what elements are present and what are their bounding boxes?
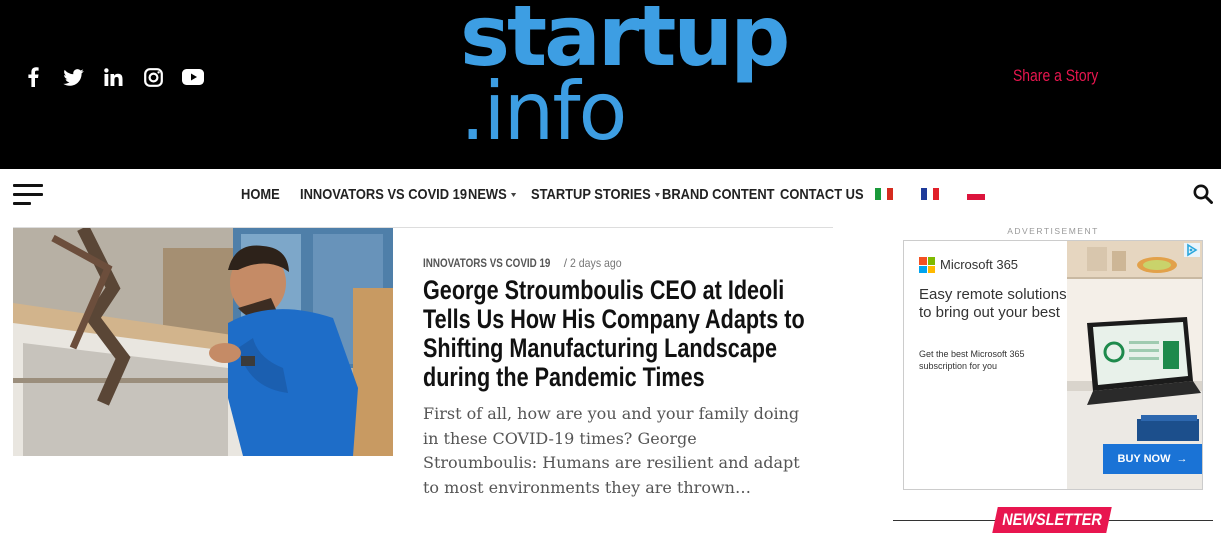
nav-item-brand-content[interactable]: BRAND CONTENT	[662, 186, 775, 203]
nav-item-home[interactable]: HOME	[241, 186, 280, 203]
logo-wordmark-info: .info	[460, 65, 627, 158]
instagram-icon[interactable]	[142, 66, 164, 88]
hamburger-menu-icon[interactable]	[13, 184, 43, 206]
nav-item-startup-stories[interactable]: STARTUP STORIES	[531, 186, 661, 203]
search-icon[interactable]	[1193, 184, 1215, 206]
advertisement-banner[interactable]: Microsoft 365 Easy remote solutions to b…	[903, 240, 1203, 490]
article-headline[interactable]: George Stroumboulis CEO at Ideoli Tells …	[423, 276, 807, 392]
ad-subtext: Get the best Microsoft 365 subscription …	[919, 349, 1025, 371]
article-excerpt: First of all, how are you and your famil…	[423, 404, 800, 497]
article-category[interactable]: INNOVATORS VS COVID 19	[423, 256, 550, 270]
linkedin-icon[interactable]	[102, 66, 124, 88]
ad-brand: Microsoft 365	[940, 257, 1019, 272]
newsletter-label: NEWSLETTER	[1002, 510, 1102, 529]
nav-item-innovators-vs-covid-19[interactable]: INNOVATORS VS COVID 19	[300, 186, 467, 203]
nav-item-contact-us[interactable]: CONTACT US	[780, 186, 864, 203]
ad-heading: Easy remote solutions to bring out your …	[919, 286, 1067, 321]
social-links	[22, 66, 204, 88]
france-flag-icon[interactable]	[921, 188, 939, 200]
youtube-icon[interactable]	[182, 66, 204, 88]
article-timestamp: 2 days ago	[570, 256, 623, 270]
chevron-down-icon	[511, 192, 517, 197]
share-a-story-link[interactable]: Share a Story	[1013, 66, 1098, 86]
meta-separator: /	[563, 256, 568, 270]
nav-item-news[interactable]: NEWS	[468, 186, 517, 203]
site-logo[interactable]: startup .info	[458, 0, 790, 165]
site-header: startup .info Share a Story	[0, 0, 1221, 169]
article-featured-image[interactable]	[13, 228, 393, 456]
poland-flag-icon[interactable]	[967, 188, 985, 200]
chevron-down-icon	[655, 192, 661, 197]
twitter-icon[interactable]	[62, 66, 84, 88]
main-nav: HOME INNOVATORS VS COVID 19 NEWS STARTUP…	[0, 169, 1221, 221]
adchoices-icon[interactable]	[1184, 243, 1200, 257]
arrow-right-icon: →	[1176, 453, 1188, 465]
facebook-icon[interactable]	[22, 66, 44, 88]
italy-flag-icon[interactable]	[875, 188, 893, 200]
microsoft-logo-icon	[919, 257, 935, 273]
advertisement-label: ADVERTISEMENT	[1007, 226, 1099, 236]
buy-now-button[interactable]: BUY NOW →	[1103, 444, 1202, 474]
article-meta: INNOVATORS VS COVID 19 / 2 days ago	[423, 256, 629, 270]
